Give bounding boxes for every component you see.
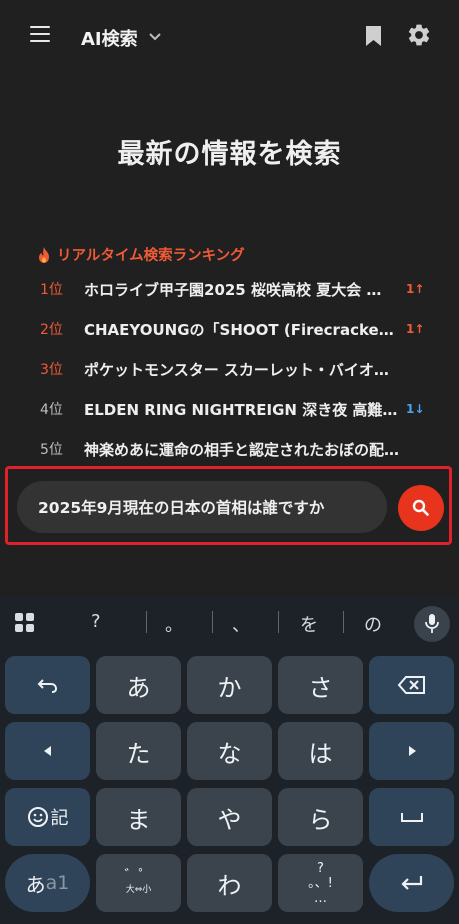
- ranking-title: リアルタイム検索ランキング: [57, 248, 245, 264]
- arrow-right-icon: [408, 746, 416, 756]
- size-toggle-label: 大⇔小: [125, 885, 152, 895]
- space-icon: [400, 813, 423, 822]
- menu-icon[interactable]: [30, 26, 50, 44]
- divider: [146, 611, 147, 633]
- page-title: 最新の情報を検索: [117, 139, 342, 170]
- fire-icon: [39, 246, 49, 263]
- key-ta[interactable]: た: [96, 722, 181, 780]
- search-button[interactable]: [398, 485, 444, 531]
- divider: [278, 611, 279, 633]
- microphone-icon: [425, 614, 439, 633]
- rank-text: ホロライブ甲子園2025 桜咲高校 夏大会 …: [84, 280, 382, 299]
- suggestion-item[interactable]: の: [364, 611, 382, 637]
- key-ha[interactable]: は: [278, 722, 363, 780]
- rank-text: ELDEN RING NIGHTREIGN 深き夜 高難…: [84, 400, 398, 419]
- divider: [212, 611, 213, 633]
- backspace-key[interactable]: [369, 656, 454, 714]
- punct-bot: …: [314, 890, 327, 906]
- key-ya[interactable]: や: [187, 788, 272, 846]
- search-icon: [412, 499, 429, 516]
- ranking-item[interactable]: 2位 CHAEYOUNGの「SHOOT (Firecracke… 1↑: [0, 314, 459, 344]
- ranking-item[interactable]: 4位 ELDEN RING NIGHTREIGN 深き夜 高難… 1↓: [0, 394, 459, 424]
- suggestion-item[interactable]: 。: [165, 611, 183, 637]
- search-input-value[interactable]: 2025年9月現在の日本の首相は誰ですか: [38, 496, 324, 518]
- cursor-right-key[interactable]: [369, 722, 454, 780]
- suggestion-item[interactable]: 、: [232, 611, 250, 637]
- undo-key[interactable]: [5, 656, 90, 714]
- enter-key[interactable]: [369, 854, 454, 912]
- ranking-item[interactable]: 5位 神楽めあに運命の相手と認定されたおぼの配…: [0, 434, 459, 464]
- ranking-item[interactable]: 1位 ホロライブ甲子園2025 桜咲高校 夏大会 … 1↑: [0, 274, 459, 304]
- suggestion-item[interactable]: ?: [91, 611, 101, 632]
- emoji-symbol-key[interactable]: 記: [5, 788, 90, 846]
- gear-icon[interactable]: [406, 22, 432, 48]
- rank-number: 1位: [40, 282, 63, 298]
- rank-number: 3位: [40, 362, 63, 378]
- divider: [343, 611, 344, 633]
- dakuten-label: ゛゜: [124, 868, 153, 884]
- dakuten-key[interactable]: ゛゜ 大⇔小: [96, 854, 181, 912]
- suggestion-bar: ? 。 、 を の: [0, 597, 459, 647]
- rank-number: 2位: [40, 322, 63, 338]
- backspace-icon: [397, 676, 425, 694]
- ranking-header: リアルタイム検索ランキング: [36, 244, 245, 265]
- microphone-button[interactable]: [414, 606, 450, 642]
- input-mode-key[interactable]: あ a1: [5, 854, 90, 912]
- bookmark-icon[interactable]: [365, 25, 382, 47]
- app-title[interactable]: AI検索: [81, 25, 138, 51]
- punct-mid: 。、!: [308, 875, 333, 891]
- rank-text: ポケットモンスター スカーレット・バイオ…: [84, 360, 389, 379]
- undo-icon: [37, 679, 57, 693]
- key-ka[interactable]: か: [187, 656, 272, 714]
- key-sa[interactable]: さ: [278, 656, 363, 714]
- emoji-icon: [27, 807, 48, 827]
- key-ma[interactable]: ま: [96, 788, 181, 846]
- mode-alnum: a1: [45, 872, 70, 894]
- soft-keyboard: ? 。 、 を の あ か さ た な は 記 ま や ら あ a1 ゛゜ 大⇔…: [0, 597, 459, 924]
- suggestion-item[interactable]: を: [300, 611, 318, 637]
- rank-number: 5位: [40, 442, 63, 458]
- rank-change-badge: 1↑: [406, 322, 425, 336]
- space-key[interactable]: [369, 788, 454, 846]
- enter-icon: [400, 876, 422, 890]
- key-a[interactable]: あ: [96, 656, 181, 714]
- ranking-item[interactable]: 3位 ポケットモンスター スカーレット・バイオ…: [0, 354, 459, 384]
- mode-kana: あ: [25, 872, 46, 897]
- arrow-left-icon: [43, 746, 51, 756]
- rank-number: 4位: [40, 402, 63, 418]
- chevron-down-icon[interactable]: [148, 29, 162, 43]
- symbol-label: 記: [50, 808, 69, 829]
- apps-grid-icon[interactable]: [15, 613, 35, 633]
- key-wa[interactable]: わ: [187, 854, 272, 912]
- rank-text: CHAEYOUNGの「SHOOT (Firecracke…: [84, 320, 394, 339]
- cursor-left-key[interactable]: [5, 722, 90, 780]
- punctuation-key[interactable]: ? 。、! …: [278, 854, 363, 912]
- key-na[interactable]: な: [187, 722, 272, 780]
- rank-change-badge: 1↓: [406, 402, 425, 416]
- app-header: AI検索: [0, 0, 459, 72]
- key-ra[interactable]: ら: [278, 788, 363, 846]
- punct-top: ?: [317, 860, 324, 876]
- rank-text: 神楽めあに運命の相手と認定されたおぼの配…: [84, 440, 400, 459]
- rank-change-badge: 1↑: [406, 282, 425, 296]
